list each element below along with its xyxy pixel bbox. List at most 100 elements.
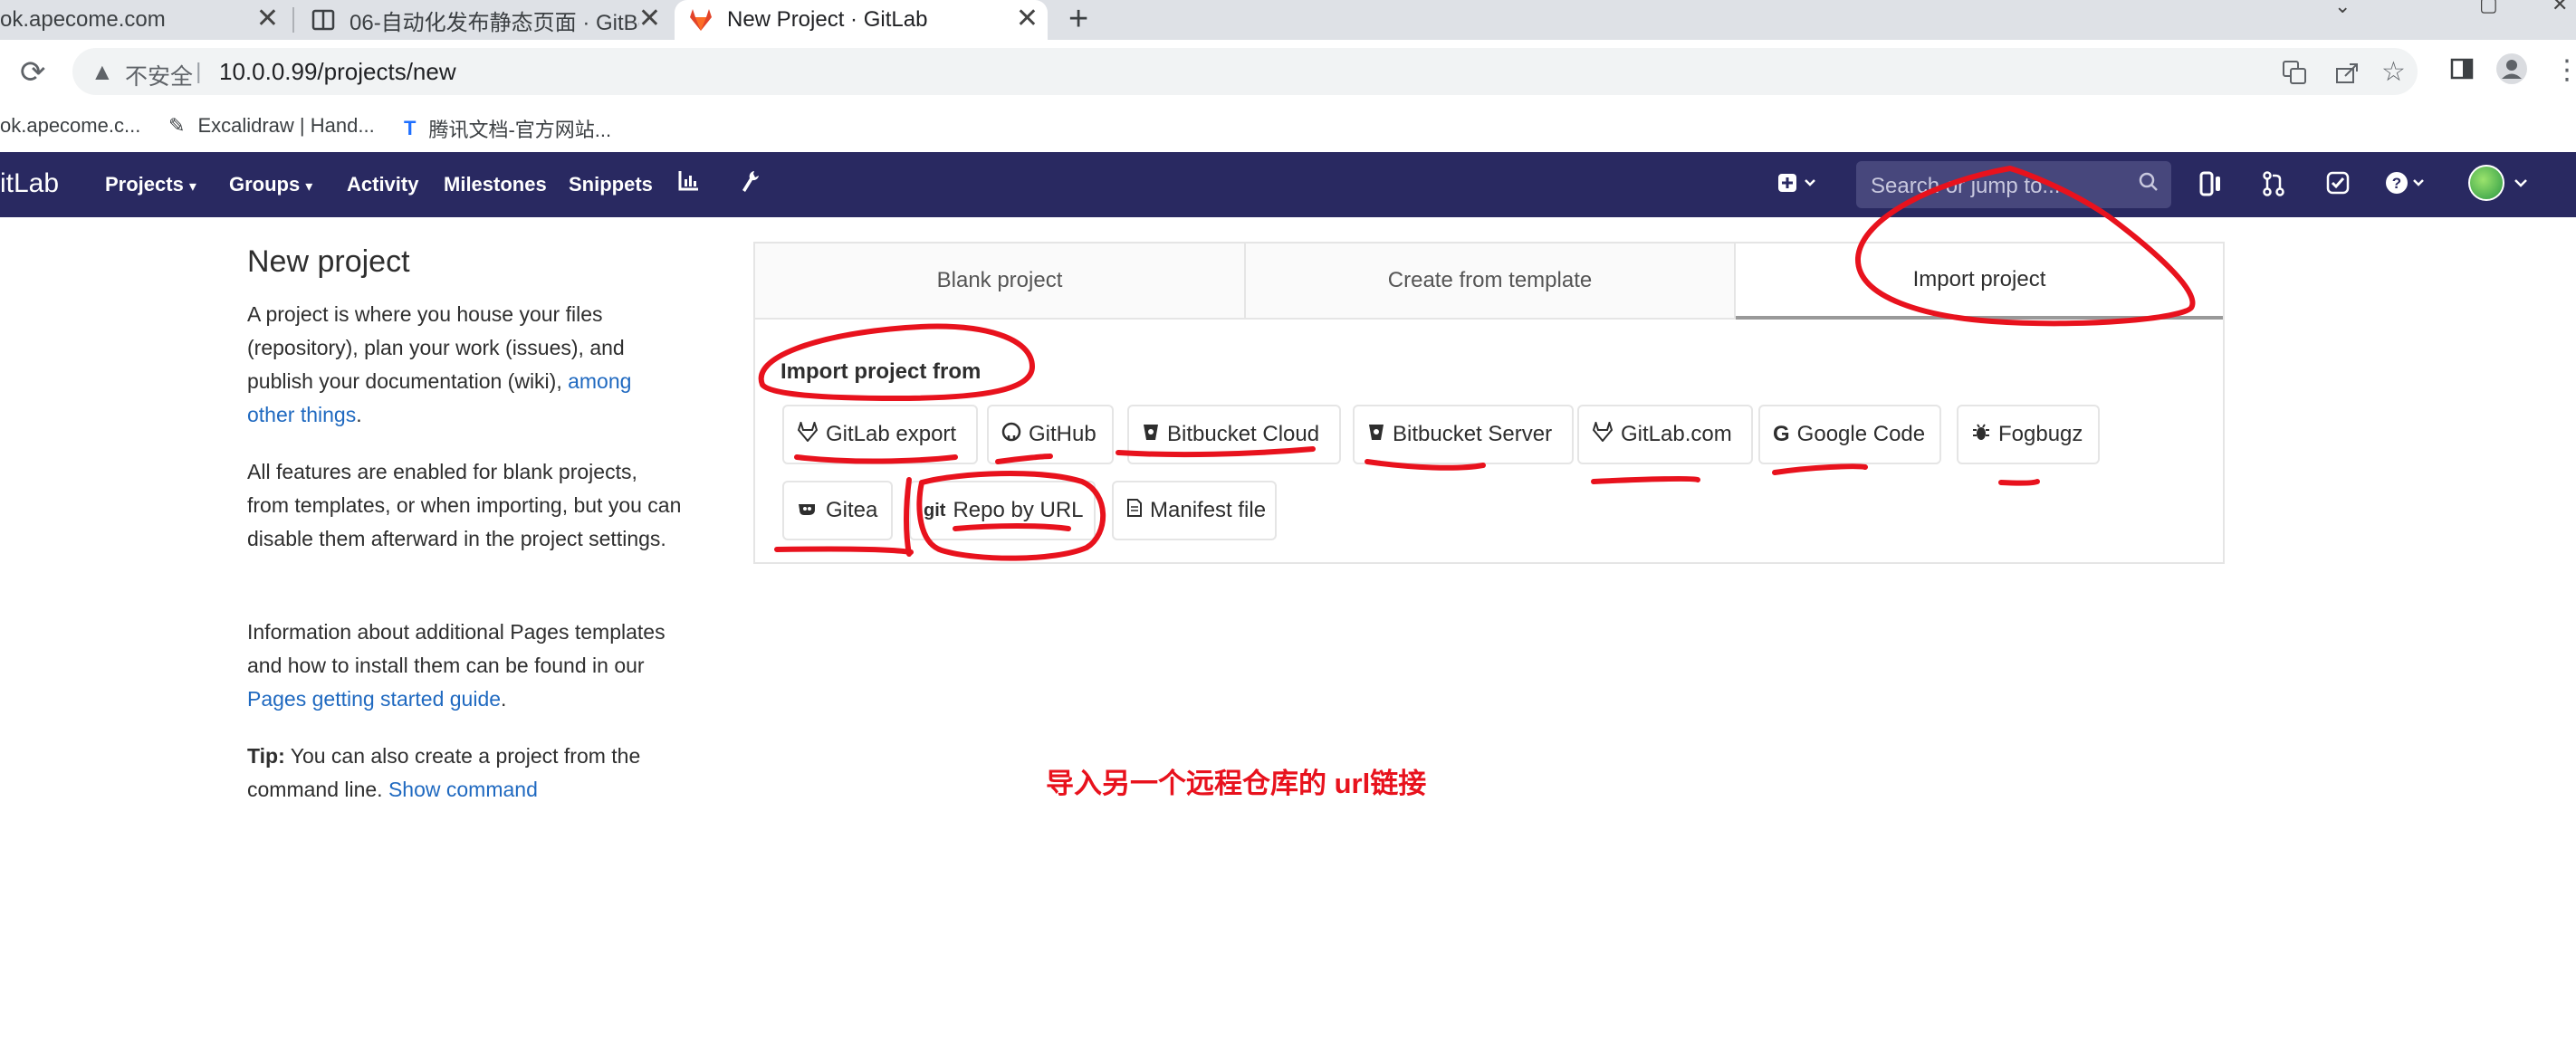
- share-icon[interactable]: [2334, 60, 2360, 91]
- import-google-code-button[interactable]: G Google Code: [1758, 405, 1941, 464]
- search-icon: [2139, 172, 2159, 198]
- browser-tab-title: ok.apecome.com: [0, 7, 166, 32]
- import-fogbugz-button[interactable]: Fogbugz: [1957, 405, 2100, 464]
- browser-tab-title: 06-自动化发布静态页面 · GitBoo: [350, 10, 639, 35]
- chart-icon[interactable]: [677, 168, 701, 198]
- address-bar[interactable]: ▲ 不安全 | 10.0.0.99/projects/new ☆: [72, 48, 2418, 95]
- nav-label: Projects: [105, 173, 184, 196]
- nav-snippets[interactable]: Snippets: [569, 173, 653, 196]
- import-bitbucket-server-button[interactable]: Bitbucket Server: [1353, 405, 1574, 464]
- bookmark-label: Excalidraw | Hand...: [197, 114, 375, 137]
- browser-tab-active[interactable]: New Project · GitLab ✕: [675, 0, 1048, 40]
- sidepanel-icon[interactable]: [2449, 56, 2475, 89]
- reload-icon[interactable]: ⟳: [20, 54, 56, 91]
- browser-toolbar: ⟳ ▲ 不安全 | 10.0.0.99/projects/new ☆ ⋮: [0, 40, 2576, 103]
- chevron-down-icon: ▾: [305, 179, 313, 195]
- help-icon[interactable]: ?: [2385, 170, 2430, 202]
- document-icon: [1126, 498, 1143, 523]
- github-icon: [1001, 422, 1021, 447]
- bookmark-label: 腾讯文档-官方网站...: [428, 119, 612, 141]
- tip-paragraph: Tip: You can also create a project from …: [247, 740, 682, 807]
- profile-icon[interactable]: [2495, 53, 2528, 92]
- wrench-icon[interactable]: [738, 168, 761, 200]
- gitlab-icon: [797, 419, 819, 447]
- nav-projects[interactable]: Projects ▾: [105, 173, 196, 196]
- bookmarks-bar: ok.apecome.c... ✎ Excalidraw | Hand... T…: [0, 103, 2576, 152]
- import-source-label: Bitbucket Cloud: [1167, 422, 1320, 446]
- gitea-icon: [797, 499, 819, 522]
- tip-label: Tip:: [247, 744, 285, 768]
- nav-activity[interactable]: Activity: [347, 173, 418, 196]
- search-input[interactable]: Search or jump to...: [1856, 161, 2171, 208]
- description-paragraph: A project is where you house your files …: [247, 298, 682, 432]
- nav-groups[interactable]: Groups ▾: [229, 173, 312, 196]
- gitlab-logo[interactable]: itLab: [0, 168, 59, 199]
- close-icon[interactable]: ✕: [638, 5, 661, 33]
- bookmark-label: ok.apecome.c...: [0, 114, 141, 137]
- close-window-icon[interactable]: ✕: [2552, 0, 2568, 16]
- chevron-down-icon[interactable]: [2512, 170, 2530, 202]
- browser-tabstrip: ok.apecome.com ✕ 06-自动化发布静态页面 · GitBoo ✕…: [0, 0, 2576, 40]
- gitlab-header: itLab Projects ▾ Groups ▾ Activity Milesto…: [0, 152, 2576, 217]
- import-source-label: GitHub: [1029, 422, 1096, 446]
- browser-tab-title: New Project · GitLab: [727, 7, 928, 32]
- tab-create-from-template[interactable]: Create from template: [1246, 244, 1736, 318]
- chevron-down-icon[interactable]: ⌄: [2334, 0, 2351, 18]
- import-source-label: Gitea: [826, 498, 878, 522]
- browser-tab[interactable]: 06-自动化发布静态页面 · GitBoo ✕: [297, 0, 670, 40]
- close-icon[interactable]: ✕: [256, 5, 279, 33]
- import-source-label: Repo by URL: [953, 498, 1084, 522]
- new-tab-button[interactable]: +: [1068, 2, 1088, 36]
- bug-icon: [1971, 422, 1991, 447]
- import-gitlab-com-button[interactable]: GitLab.com: [1577, 405, 1753, 464]
- pencil-icon: ✎: [168, 114, 186, 137]
- import-source-label: Bitbucket Server: [1393, 422, 1553, 446]
- book-icon: [310, 6, 337, 33]
- browser-tab[interactable]: ok.apecome.com ✕: [0, 0, 288, 40]
- close-icon[interactable]: ✕: [1016, 5, 1039, 33]
- bitbucket-icon: [1367, 422, 1385, 447]
- bookmark-item[interactable]: ✎ Excalidraw | Hand...: [168, 114, 375, 138]
- star-icon[interactable]: ☆: [2381, 56, 2406, 88]
- import-repo-by-url-button[interactable]: git Repo by URL: [909, 481, 1096, 540]
- annotation-text: 导入另一个远程仓库的 url链接: [1046, 768, 1427, 799]
- todo-check-icon[interactable]: [2325, 170, 2351, 202]
- google-icon: G: [1773, 422, 1790, 446]
- import-source-label: GitLab export: [826, 422, 957, 446]
- merge-request-icon[interactable]: [2261, 170, 2286, 204]
- avatar[interactable]: [2468, 165, 2504, 201]
- import-gitlab-export-button[interactable]: GitLab export: [782, 405, 978, 464]
- import-github-button[interactable]: GitHub: [987, 405, 1114, 464]
- pages-guide-link[interactable]: Pages getting started guide: [247, 687, 501, 711]
- import-bitbucket-cloud-button[interactable]: Bitbucket Cloud: [1127, 405, 1341, 464]
- import-project-from-label: Import project from: [780, 359, 982, 384]
- address-divider: |: [196, 59, 202, 84]
- tab-import-project[interactable]: Import project: [1736, 244, 2223, 320]
- translate-icon[interactable]: [2282, 60, 2307, 91]
- import-source-label: GitLab.com: [1621, 422, 1732, 446]
- security-label[interactable]: 不安全: [125, 59, 193, 91]
- import-manifest-file-button[interactable]: Manifest file: [1112, 481, 1277, 540]
- issues-icon[interactable]: [2198, 170, 2224, 204]
- url-text[interactable]: 10.0.0.99/projects/new: [219, 58, 456, 86]
- show-command-link[interactable]: Show command: [388, 778, 538, 801]
- plus-square-icon[interactable]: [1776, 170, 1822, 202]
- import-source-label: Fogbugz: [1998, 422, 2083, 446]
- tab-blank-project[interactable]: Blank project: [755, 244, 1246, 318]
- tencent-docs-icon: T: [404, 117, 417, 139]
- more-menu-icon[interactable]: ⋮: [2553, 54, 2576, 86]
- bookmark-item[interactable]: T 腾讯文档-官方网站...: [404, 114, 611, 143]
- nav-milestones[interactable]: Milestones: [444, 173, 547, 196]
- gitlab-icon: [1592, 419, 1614, 447]
- bookmark-item[interactable]: ok.apecome.c...: [0, 114, 140, 138]
- warning-icon[interactable]: ▲: [91, 58, 114, 86]
- import-gitea-button[interactable]: Gitea: [782, 481, 893, 540]
- git-icon: git: [924, 500, 946, 520]
- maximize-icon[interactable]: ▢: [2479, 0, 2498, 16]
- svg-text:?: ?: [2392, 175, 2401, 192]
- nav-label: Groups: [229, 173, 301, 196]
- features-paragraph: All features are enabled for blank proje…: [247, 460, 682, 550]
- punctuation: .: [501, 687, 507, 711]
- project-tabbar: Blank project Create from template Impor…: [755, 244, 2223, 320]
- tab-divider: [292, 7, 294, 33]
